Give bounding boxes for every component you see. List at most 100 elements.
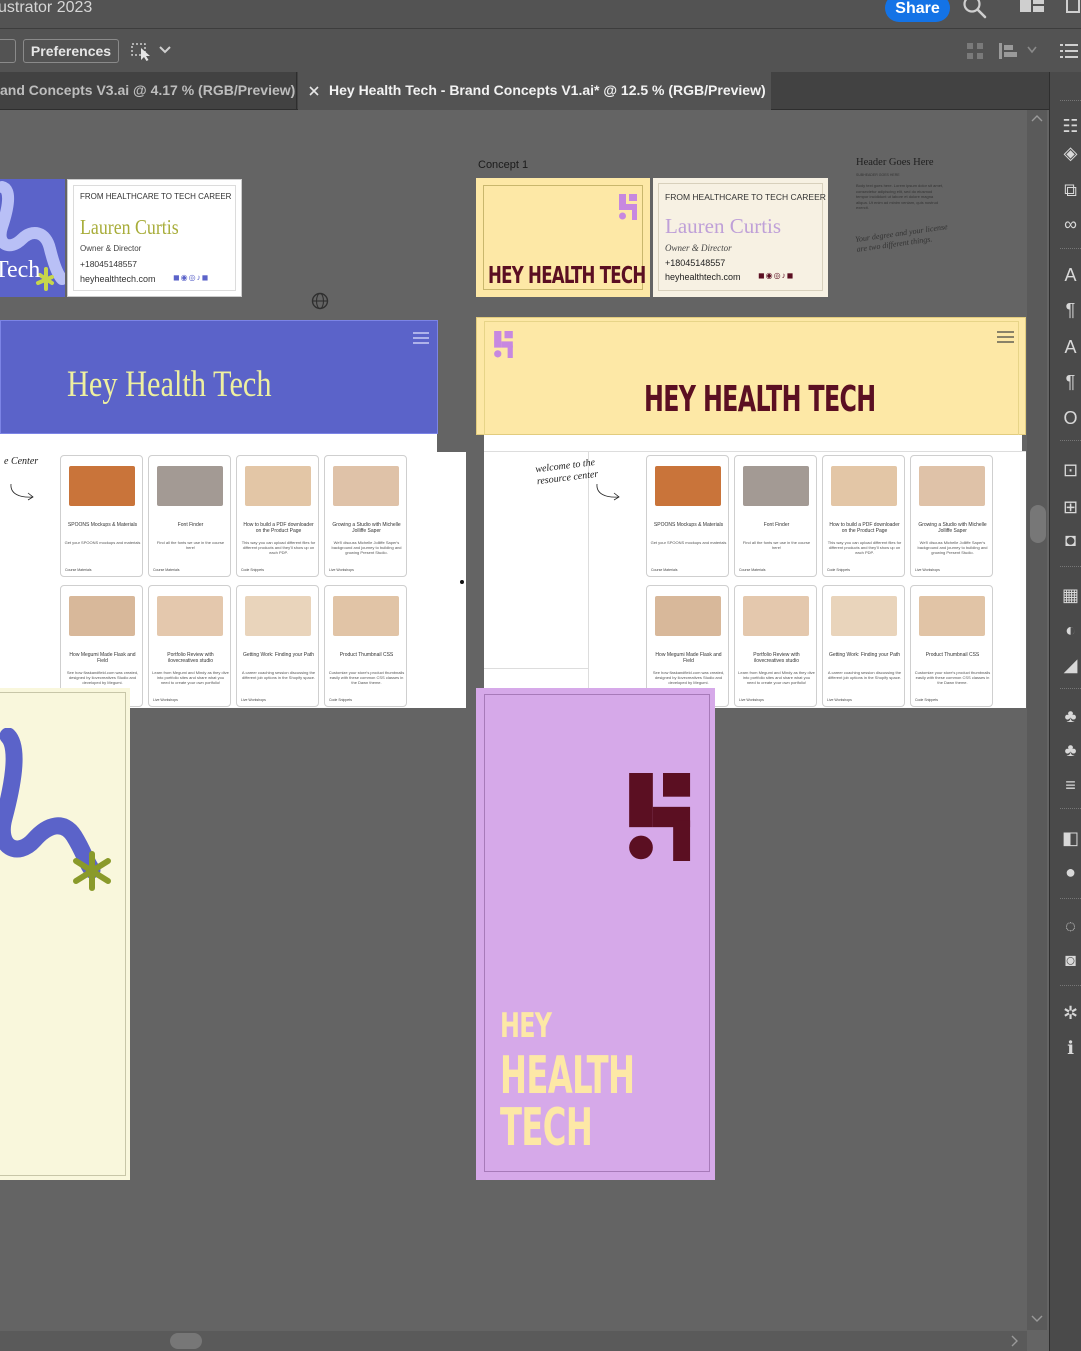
resource-card-thumbnail bbox=[245, 596, 311, 636]
resource-card[interactable]: Growing a Studio with Michelle Jolliffe … bbox=[324, 455, 407, 577]
resource-card-tag: Live Workshops bbox=[739, 698, 764, 702]
tab-brand-concepts-v3[interactable]: and Concepts V3.ai @ 4.17 % (RGB/Preview… bbox=[0, 72, 297, 109]
resource-card-title: Growing a Studio with Michelle Jolliffe … bbox=[918, 522, 987, 534]
properties-list-icon[interactable] bbox=[1060, 43, 1078, 59]
asset-export-icon[interactable]: ✲ bbox=[1060, 1003, 1081, 1024]
resource-card[interactable]: Portfolio Review with ilovecreatives stu… bbox=[148, 585, 231, 707]
tab-brand-concepts-v1[interactable]: Hey Health Tech - Brand Concepts V1.ai* … bbox=[298, 72, 771, 110]
paragraph-icon[interactable]: ¶ bbox=[1060, 300, 1081, 321]
resource-card-thumbnail bbox=[333, 596, 399, 636]
paragraph-styles-icon[interactable]: ¶ bbox=[1060, 372, 1081, 393]
chevron-down-icon[interactable] bbox=[159, 45, 171, 55]
horizontal-scrollbar[interactable] bbox=[0, 1331, 1027, 1351]
chevron-right-icon[interactable] bbox=[1010, 1335, 1020, 1347]
resource-card[interactable]: Product Thumbnail CSS Customize your stor… bbox=[910, 585, 993, 707]
panel-toggle-icon[interactable] bbox=[1065, 0, 1081, 16]
resource-card-description: A career coaching session discussing the… bbox=[241, 670, 316, 680]
stroke-icon[interactable]: ≡ bbox=[1060, 775, 1081, 796]
left-website-header[interactable]: Hey Health Tech bbox=[0, 320, 438, 434]
left-biz-card-front[interactable]: Tech bbox=[0, 179, 65, 297]
resource-card-tag: Course Materials bbox=[65, 568, 92, 572]
character-styles-icon[interactable]: A bbox=[1060, 337, 1081, 358]
left-poster[interactable] bbox=[0, 688, 130, 1180]
resource-card[interactable]: Growing a Studio with Michelle Jolliffe … bbox=[910, 455, 993, 577]
resource-card-title: SPOONS Mockups & Materials bbox=[67, 522, 138, 528]
resource-card-description: See how flaskandfield.com was created, d… bbox=[66, 670, 139, 685]
character-icon[interactable]: A bbox=[1060, 265, 1081, 286]
symbols-icon[interactable]: ♣ bbox=[1060, 740, 1081, 761]
concept1-biz-card-front[interactable]: HEY HEALTH TECH bbox=[476, 178, 650, 297]
info-icon[interactable]: ℹ bbox=[1060, 1038, 1081, 1059]
resource-card-tag: Code Snippets bbox=[915, 698, 938, 702]
poster-line-1: HEY bbox=[500, 1006, 552, 1046]
search-icon[interactable] bbox=[962, 0, 988, 20]
panel-divider bbox=[1060, 688, 1081, 691]
resource-card-thumbnail bbox=[919, 596, 985, 636]
concept-label: Concept 1 bbox=[478, 159, 529, 171]
social-icons: ◼◉◎♪◼ bbox=[173, 273, 210, 282]
resource-card[interactable]: Product Thumbnail CSS Customize your stor… bbox=[324, 585, 407, 707]
resource-card[interactable]: Getting Work: Finding your Path A career … bbox=[236, 585, 319, 707]
panel-divider bbox=[1060, 100, 1081, 103]
workspace-switcher-icon[interactable] bbox=[1019, 0, 1045, 16]
color-icon[interactable]: ◐ bbox=[1060, 620, 1081, 641]
concept1-biz-card-back[interactable]: FROM HEALTHCARE TO TECH CAREER Lauren Cu… bbox=[653, 178, 828, 297]
layers-icon[interactable]: ◈ bbox=[1060, 143, 1081, 164]
horizontal-scroll-thumb[interactable] bbox=[170, 1333, 202, 1349]
appearance-icon[interactable]: ● bbox=[1060, 862, 1081, 883]
pathfinder-icon[interactable]: ◘ bbox=[1060, 530, 1081, 551]
preferences-button[interactable]: Preferences bbox=[23, 39, 119, 63]
resource-card[interactable]: How to build a PDF downloader on the Pro… bbox=[822, 455, 905, 577]
resource-card-description: Get your SPOONS mockups and materials bbox=[64, 540, 141, 545]
transform-icon[interactable]: ⊡ bbox=[1060, 460, 1081, 481]
resource-card-thumbnail bbox=[743, 466, 809, 506]
resource-card-title: Growing a Studio with Michelle Jolliffe … bbox=[332, 522, 401, 534]
resource-card-tag: Live Workshops bbox=[915, 568, 940, 572]
resource-card-tag: Live Workshops bbox=[329, 568, 354, 572]
resource-card[interactable]: SPOONS Mockups & Materials Get your SPOON… bbox=[646, 455, 729, 577]
align-grid-icon[interactable] bbox=[966, 42, 984, 60]
links-icon[interactable]: ∞ bbox=[1060, 214, 1081, 235]
resource-card[interactable]: Getting Work: Finding your Path A career … bbox=[822, 585, 905, 707]
vertical-scroll-thumb[interactable] bbox=[1030, 505, 1046, 543]
graphic-styles-icon[interactable]: ◌ bbox=[1060, 916, 1081, 937]
resource-card-title: How Megumi Made Flask and Field bbox=[69, 652, 136, 664]
vertical-scrollbar[interactable] bbox=[1027, 110, 1047, 1330]
specimen-body: Body text goes here. Lorem ipsum dolor s… bbox=[856, 183, 944, 210]
resource-card-title: Portfolio Review with ilovecreatives stu… bbox=[753, 652, 800, 664]
artboards-icon[interactable]: ⧉ bbox=[1060, 180, 1081, 201]
concept1-website-header[interactable]: HEY HEALTH TECH bbox=[476, 317, 1026, 436]
close-icon[interactable] bbox=[308, 85, 320, 97]
resource-card[interactable]: Portfolio Review with ilovecreatives stu… bbox=[734, 585, 817, 707]
resource-card[interactable]: SPOONS Mockups & Materials Get your SPOON… bbox=[60, 455, 143, 577]
properties-icon[interactable]: ☷ bbox=[1060, 116, 1081, 137]
chevron-down-icon[interactable] bbox=[1031, 1314, 1043, 1324]
selection-tool-icon[interactable] bbox=[131, 41, 153, 61]
transparency-icon[interactable]: ◧ bbox=[1060, 828, 1081, 849]
resource-card[interactable]: Font Finder Find all the fonts we use in … bbox=[148, 455, 231, 577]
arrange-icon[interactable] bbox=[998, 41, 1020, 61]
biz-card-heading: FROM HEALTHCARE TO TECH CAREER bbox=[80, 192, 232, 201]
swatches-icon[interactable]: ▦ bbox=[1060, 585, 1081, 606]
resource-card[interactable]: Font Finder Find all the fonts we use in … bbox=[734, 455, 817, 577]
opentype-icon[interactable]: O bbox=[1060, 408, 1081, 429]
align-icon[interactable]: ⊞ bbox=[1060, 497, 1081, 518]
concept1-poster[interactable]: HEY HEALTH TECH bbox=[476, 688, 715, 1180]
resource-card-description: Customize your store's product thumbnail… bbox=[328, 670, 405, 685]
chevron-down-icon[interactable] bbox=[1027, 46, 1037, 54]
document-setup-button[interactable] bbox=[0, 39, 16, 63]
gradient-icon[interactable]: ◢ bbox=[1060, 655, 1081, 676]
share-button[interactable]: Share bbox=[885, 0, 950, 22]
resource-card-thumbnail bbox=[69, 596, 135, 636]
panel-divider bbox=[1060, 566, 1081, 569]
resource-card-thumbnail bbox=[655, 466, 721, 506]
resource-card-thumbnail bbox=[333, 466, 399, 506]
left-biz-card-back[interactable]: FROM HEALTHCARE TO TECH CAREER Lauren Cu… bbox=[67, 179, 242, 297]
resource-card[interactable]: How to build a PDF downloader on the Pro… bbox=[236, 455, 319, 577]
image-trace-icon[interactable]: ◙ bbox=[1060, 950, 1081, 971]
hamburger-menu-icon[interactable] bbox=[413, 332, 429, 344]
app-title: ustrator 2023 bbox=[0, 0, 93, 16]
chevron-up-icon[interactable] bbox=[1031, 113, 1043, 123]
brushes-icon[interactable]: ♣ bbox=[1060, 706, 1081, 727]
hamburger-menu-icon[interactable] bbox=[997, 331, 1014, 343]
